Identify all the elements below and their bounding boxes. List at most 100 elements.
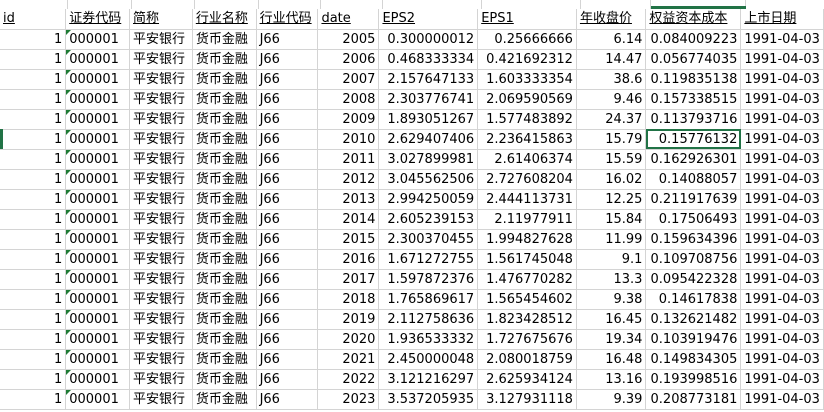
column-separator[interactable] bbox=[481, 0, 482, 9]
table-cell[interactable]: 1.476770282 bbox=[477, 269, 577, 290]
table-cell[interactable]: 0.468333334 bbox=[378, 49, 479, 70]
table-cell[interactable]: 11.99 bbox=[576, 229, 647, 250]
table-cell[interactable]: 0.119835138 bbox=[645, 69, 742, 90]
table-cell[interactable]: 平安银行 bbox=[129, 49, 193, 70]
table-cell[interactable]: 货币金融 bbox=[192, 149, 257, 170]
table-cell[interactable]: 货币金融 bbox=[192, 209, 257, 230]
table-cell[interactable]: 平安银行 bbox=[129, 249, 193, 270]
table-cell[interactable]: 2.450000048 bbox=[378, 349, 479, 370]
table-cell[interactable]: 平安银行 bbox=[129, 169, 193, 190]
table-cell[interactable]: 1 bbox=[0, 209, 67, 230]
table-cell[interactable]: J66 bbox=[256, 349, 319, 370]
table-cell[interactable]: 1991-04-03 bbox=[740, 29, 824, 50]
table-cell[interactable]: 1 bbox=[0, 369, 67, 390]
table-cell[interactable]: 3.127931118 bbox=[477, 389, 577, 410]
table-cell[interactable]: 2022 bbox=[317, 369, 380, 390]
table-cell[interactable]: 16.02 bbox=[576, 169, 647, 190]
table-cell[interactable]: 14.47 bbox=[576, 49, 647, 70]
table-cell[interactable]: 0.17506493 bbox=[645, 209, 742, 230]
table-cell[interactable]: 1.823428512 bbox=[477, 309, 577, 330]
table-cell[interactable]: 1.994827628 bbox=[477, 229, 577, 250]
table-cell[interactable]: 000001 bbox=[65, 349, 130, 370]
table-cell[interactable]: 3.027899981 bbox=[378, 149, 479, 170]
table-cell[interactable]: 1.893051267 bbox=[378, 109, 479, 130]
table-cell[interactable]: 2.625934124 bbox=[477, 369, 577, 390]
table-cell[interactable]: 平安银行 bbox=[129, 89, 193, 110]
table-cell[interactable]: J66 bbox=[256, 209, 319, 230]
table-cell[interactable]: 1991-04-03 bbox=[740, 289, 824, 310]
table-cell[interactable]: 2.605239153 bbox=[378, 209, 479, 230]
table-cell[interactable]: 0.149834305 bbox=[645, 349, 742, 370]
table-cell[interactable]: 000001 bbox=[65, 309, 130, 330]
table-cell[interactable]: 0.095422328 bbox=[645, 269, 742, 290]
table-cell[interactable]: 2007 bbox=[317, 69, 380, 90]
table-cell[interactable]: 0.132621482 bbox=[645, 309, 742, 330]
table-cell[interactable]: 1991-04-03 bbox=[740, 189, 824, 210]
table-cell[interactable]: 16.48 bbox=[576, 349, 647, 370]
table-cell[interactable]: 1991-04-03 bbox=[740, 229, 824, 250]
table-cell[interactable]: 平安银行 bbox=[129, 209, 193, 230]
table-cell[interactable]: 1991-04-03 bbox=[740, 369, 824, 390]
table-cell[interactable]: 1991-04-03 bbox=[740, 209, 824, 230]
table-cell[interactable]: 平安银行 bbox=[129, 309, 193, 330]
table-cell[interactable]: 平安银行 bbox=[129, 269, 193, 290]
table-cell[interactable]: 1991-04-03 bbox=[740, 249, 824, 270]
table-cell[interactable]: J66 bbox=[256, 149, 319, 170]
table-cell[interactable]: 1 bbox=[0, 129, 67, 150]
table-cell[interactable]: 货币金融 bbox=[192, 269, 257, 290]
table-cell[interactable]: 000001 bbox=[65, 49, 130, 70]
table-cell[interactable]: 0.159634396 bbox=[645, 229, 742, 250]
table-cell[interactable]: 2.61406374 bbox=[477, 149, 577, 170]
table-cell[interactable]: 平安银行 bbox=[129, 109, 193, 130]
table-cell[interactable]: 1 bbox=[0, 249, 67, 270]
table-cell[interactable]: 货币金融 bbox=[192, 49, 257, 70]
header-cell[interactable]: date bbox=[317, 9, 380, 30]
table-cell[interactable]: 1.671272755 bbox=[378, 249, 479, 270]
table-cell[interactable]: 1 bbox=[0, 229, 67, 250]
table-cell[interactable]: J66 bbox=[256, 189, 319, 210]
table-cell[interactable]: 平安银行 bbox=[129, 229, 193, 250]
table-cell[interactable]: 货币金融 bbox=[192, 349, 257, 370]
table-cell[interactable]: J66 bbox=[256, 329, 319, 350]
table-cell[interactable]: 000001 bbox=[65, 129, 130, 150]
table-cell[interactable]: 0.103919476 bbox=[645, 329, 742, 350]
table-cell[interactable]: 2.080018759 bbox=[477, 349, 577, 370]
table-cell[interactable]: 1 bbox=[0, 269, 67, 290]
table-cell[interactable]: 2.11977911 bbox=[477, 209, 577, 230]
table-cell[interactable]: J66 bbox=[256, 309, 319, 330]
table-cell[interactable]: 平安银行 bbox=[129, 129, 193, 150]
table-cell[interactable]: 3.045562506 bbox=[378, 169, 479, 190]
table-cell[interactable]: 1.565454602 bbox=[477, 289, 577, 310]
column-separator[interactable] bbox=[194, 0, 195, 9]
header-cell[interactable]: 证券代码 bbox=[65, 9, 130, 30]
table-cell[interactable]: J66 bbox=[256, 169, 319, 190]
table-cell[interactable]: 2.300370455 bbox=[378, 229, 479, 250]
table-cell[interactable]: 1.765869617 bbox=[378, 289, 479, 310]
table-cell[interactable]: 2.112758636 bbox=[378, 309, 479, 330]
table-cell[interactable]: 1.561745048 bbox=[477, 249, 577, 270]
table-cell[interactable]: J66 bbox=[256, 49, 319, 70]
table-cell[interactable]: J66 bbox=[256, 269, 319, 290]
table-cell[interactable]: 货币金融 bbox=[192, 249, 257, 270]
table-cell[interactable]: 货币金融 bbox=[192, 309, 257, 330]
header-cell[interactable]: 简称 bbox=[129, 9, 193, 30]
table-cell[interactable]: 15.79 bbox=[576, 129, 647, 150]
table-cell[interactable]: 1991-04-03 bbox=[740, 129, 824, 150]
table-cell[interactable]: 2.157647133 bbox=[378, 69, 479, 90]
table-cell[interactable]: 000001 bbox=[65, 169, 130, 190]
table-cell[interactable]: 1 bbox=[0, 109, 67, 130]
table-cell[interactable]: 2015 bbox=[317, 229, 380, 250]
table-cell[interactable]: 2006 bbox=[317, 49, 380, 70]
table-cell[interactable]: 货币金融 bbox=[192, 169, 257, 190]
table-cell[interactable]: 1991-04-03 bbox=[740, 69, 824, 90]
table-cell[interactable]: 1.597872376 bbox=[378, 269, 479, 290]
column-separator[interactable] bbox=[320, 0, 321, 9]
table-cell[interactable]: 1 bbox=[0, 89, 67, 110]
table-cell[interactable]: 1 bbox=[0, 309, 67, 330]
table-cell[interactable]: 0.208773181 bbox=[645, 389, 742, 410]
table-cell[interactable]: 0.162926301 bbox=[645, 149, 742, 170]
table-cell[interactable]: 平安银行 bbox=[129, 369, 193, 390]
table-cell[interactable]: 2017 bbox=[317, 269, 380, 290]
table-cell[interactable]: 1 bbox=[0, 169, 67, 190]
header-cell[interactable]: EPS1 bbox=[477, 9, 577, 30]
